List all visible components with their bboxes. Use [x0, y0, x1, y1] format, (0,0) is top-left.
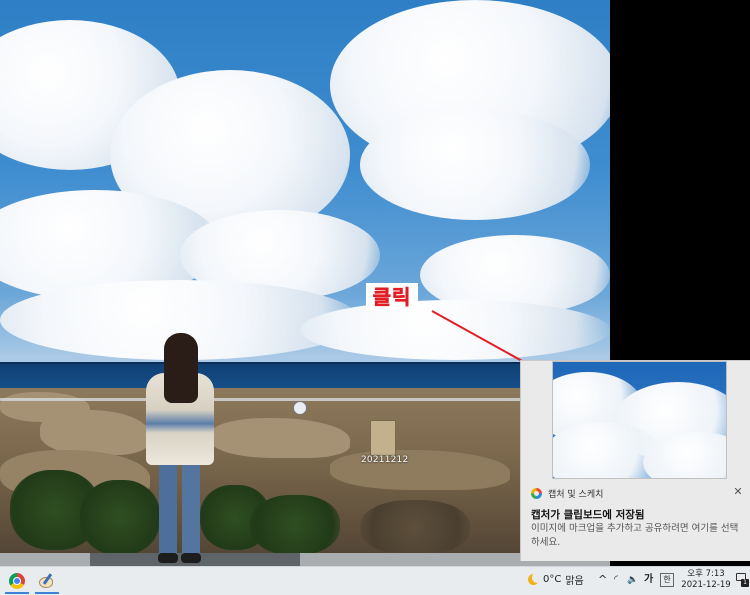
screenshot-thumbnail[interactable]	[552, 361, 727, 479]
taskbar-paint-button[interactable]	[32, 568, 62, 594]
rock	[330, 450, 510, 490]
chevron-up-icon[interactable]: ^	[598, 572, 607, 588]
toast-app-header: 캡처 및 스케치	[531, 486, 603, 500]
taskbar-chrome-button[interactable]	[2, 568, 32, 594]
photo-date-stamp: 20211212	[361, 455, 409, 465]
snip-sketch-notification[interactable]: 캡처 및 스케치 ✕ 캡처가 클립보드에 저장됨 이미지에 마크업을 추가하고 …	[520, 360, 750, 561]
toast-title: 캡처가 클립보드에 저장됨	[531, 509, 645, 521]
volume-icon[interactable]: 🔈	[627, 572, 638, 588]
taskbar: 0°C 맑음 ^ ◜ 🔈 가 한 오후 7:13 2021-12-19 1	[0, 566, 750, 595]
shrub	[360, 500, 470, 555]
shoe-left	[158, 553, 178, 563]
pine-tree	[250, 495, 340, 555]
clock-date: 2021-12-19	[681, 580, 731, 590]
round-sign	[293, 401, 307, 415]
rock	[210, 418, 350, 458]
chrome-icon	[9, 573, 25, 589]
desktop-wallpaper: 20211212	[0, 0, 610, 566]
snip-sketch-icon	[531, 487, 542, 499]
click-annotation-label: 클릭	[366, 283, 418, 311]
cloud	[360, 110, 590, 220]
shoe-right	[181, 553, 201, 563]
person-figure	[146, 333, 216, 566]
toast-app-name: 캡처 및 스케치	[548, 489, 604, 500]
close-icon[interactable]: ✕	[731, 485, 745, 499]
empty-screen-area	[610, 0, 750, 360]
jeans-right	[182, 461, 200, 556]
weather-widget[interactable]: 0°C 맑음	[528, 572, 584, 587]
weather-temp: 0°C	[543, 574, 562, 585]
cloud	[300, 300, 610, 360]
network-icon[interactable]: ◜	[614, 572, 618, 588]
notification-count-badge: 1	[741, 579, 749, 587]
jeans-left	[159, 461, 177, 556]
weather-condition: 맑음	[565, 576, 584, 587]
ime-mode-indicator[interactable]: 가	[644, 572, 653, 588]
paint-icon	[39, 573, 55, 589]
ime-hangul-indicator[interactable]: 한	[660, 573, 674, 587]
clock-time: 오후 7:13	[687, 569, 725, 579]
moon-icon	[528, 574, 539, 585]
notification-center-button[interactable]: 1	[736, 573, 749, 587]
toast-body: 이미지에 마크업을 추가하고 공유하려면 여기를 선택하세요.	[531, 523, 739, 548]
hair	[164, 333, 198, 403]
horizon-line	[0, 362, 610, 364]
info-sign	[370, 420, 396, 456]
taskbar-clock[interactable]: 오후 7:13 2021-12-19	[680, 569, 732, 591]
guard-rail	[0, 398, 610, 401]
